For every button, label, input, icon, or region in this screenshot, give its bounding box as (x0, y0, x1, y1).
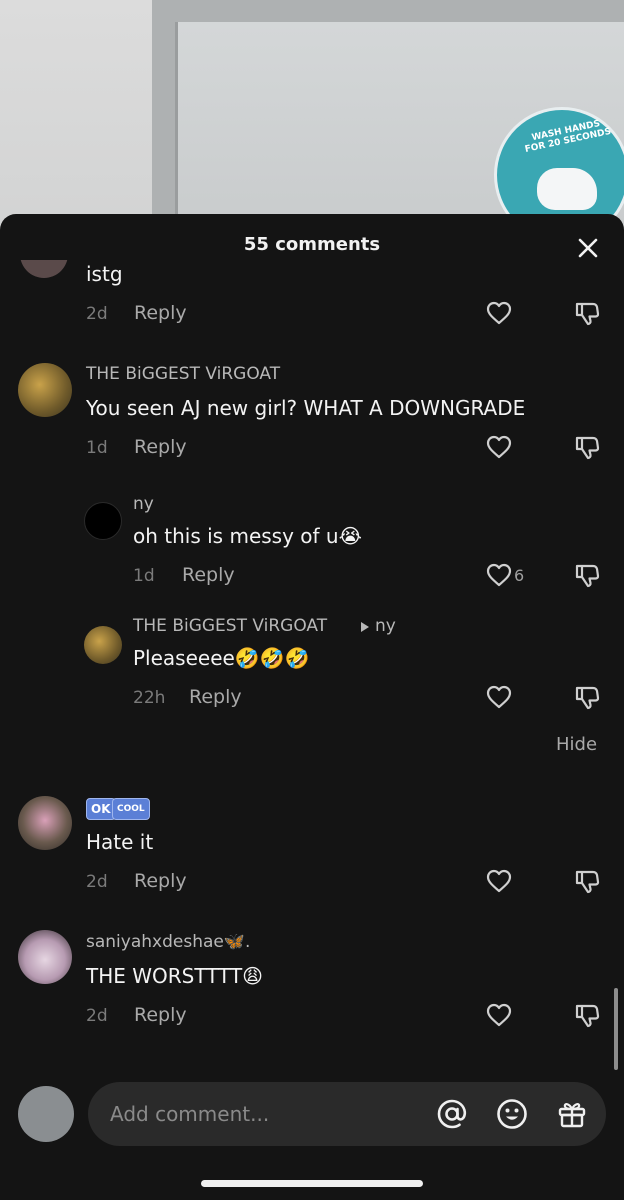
comment-time: 2d (86, 1006, 108, 1026)
comment-username[interactable]: ny (133, 494, 154, 514)
thumbs-down-icon (575, 436, 600, 460)
my-avatar (18, 1086, 74, 1142)
mention-button[interactable] (434, 1096, 470, 1132)
comment-input-pill[interactable] (88, 1082, 606, 1146)
like-button[interactable] (484, 298, 514, 328)
dislike-button[interactable] (572, 432, 602, 462)
reply-button[interactable]: Reply (134, 302, 187, 324)
dislike-button[interactable] (572, 560, 602, 590)
heart-icon (486, 301, 512, 325)
reply-button[interactable]: Reply (134, 436, 187, 458)
avatar (84, 502, 122, 540)
comment-time: 1d (86, 438, 108, 458)
like-button[interactable] (484, 560, 514, 590)
dislike-button[interactable] (572, 866, 602, 896)
comment-time: 2d (86, 304, 108, 324)
like-button[interactable] (484, 682, 514, 712)
comment-username[interactable]: saniyahxdeshae🦋. (86, 932, 250, 952)
avatar (18, 363, 72, 417)
reply-button[interactable]: Reply (134, 870, 187, 892)
thumbs-down-icon (575, 1004, 600, 1028)
comment-username[interactable]: THE BiGGEST ViRGOAT (86, 364, 280, 384)
gift-icon (558, 1103, 586, 1128)
like-button[interactable] (484, 866, 514, 896)
comments-count-title: 55 comments (243, 234, 381, 255)
dislike-button[interactable] (572, 682, 602, 712)
at-icon (437, 1099, 467, 1129)
heart-icon (486, 563, 512, 587)
avatar (20, 260, 68, 278)
comment-text: istg (86, 262, 123, 286)
like-button[interactable] (484, 1000, 514, 1030)
avatar (18, 930, 72, 984)
like-count: 6 (514, 566, 525, 585)
comment-time: 1d (133, 566, 155, 586)
reply-to-username[interactable]: ny (375, 616, 396, 636)
heart-icon (486, 435, 512, 459)
reply-button[interactable]: Reply (134, 1004, 187, 1026)
close-icon (578, 238, 598, 258)
thumbs-down-icon (575, 870, 600, 894)
comment-text: oh this is messy of u😭 (133, 524, 362, 548)
comment-text: Hate it (86, 830, 154, 854)
hide-replies-link[interactable]: Hide (556, 734, 597, 755)
add-comment-input[interactable] (110, 1082, 420, 1146)
dislike-button[interactable] (572, 298, 602, 328)
heart-icon (486, 869, 512, 893)
avatar (18, 796, 72, 850)
heart-icon (486, 685, 512, 709)
comment-list[interactable]: istg 2d Reply THE BiGGEST ViRGOAT You se… (0, 260, 624, 1080)
avatar (84, 626, 122, 664)
emoji-icon (497, 1099, 527, 1129)
thumbs-down-icon (575, 564, 600, 588)
like-button[interactable] (484, 432, 514, 462)
heart-icon (486, 1003, 512, 1027)
comment-text: Pleaseeee🤣🤣🤣 (133, 646, 310, 670)
reply-arrow-icon (361, 622, 369, 632)
video-background: WASH HANDS FOR 20 SECONDS (0, 0, 624, 240)
comment-time: 22h (133, 688, 166, 708)
scrollbar[interactable] (614, 988, 618, 1070)
home-indicator[interactable] (201, 1180, 423, 1187)
comment-text: THE WORSTTTT😩 (86, 964, 264, 988)
cool-emoji-badge: COOL (112, 798, 150, 820)
comment-username[interactable]: THE BiGGEST ViRGOAT (133, 616, 327, 636)
reply-button[interactable]: Reply (189, 686, 242, 708)
reply-button[interactable]: Reply (182, 564, 235, 586)
gift-button[interactable] (554, 1096, 590, 1132)
comment-text: You seen AJ new girl? WHAT A DOWNGRADE (86, 396, 526, 420)
emoji-button[interactable] (494, 1096, 530, 1132)
comment-time: 2d (86, 872, 108, 892)
thumbs-down-icon (575, 302, 600, 326)
comments-sheet: 55 comments istg 2d Reply THE BiGGEST Vi… (0, 214, 624, 1200)
dislike-button[interactable] (572, 1000, 602, 1030)
thumbs-down-icon (575, 686, 600, 710)
